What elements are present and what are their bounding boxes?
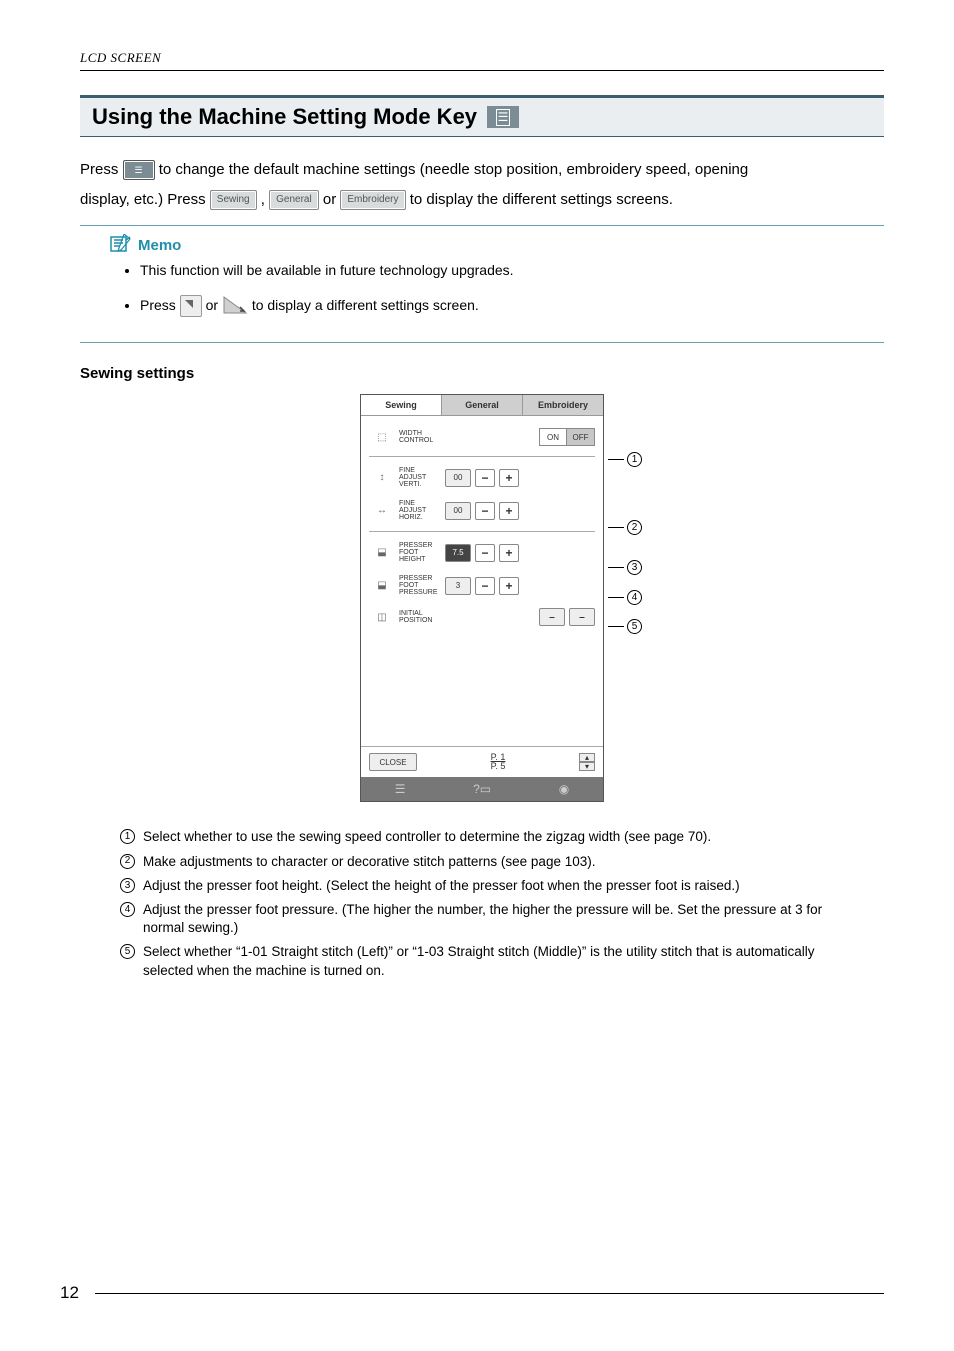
legend-num-5: 5 [120, 944, 135, 959]
lcd-row-foot-pressure: ⬓ PRESSER FOOT PRESSURE 3 − + [369, 569, 595, 602]
legend-text-1: Select whether to use the sewing speed c… [143, 828, 711, 846]
embroidery-tab-button-inline[interactable]: Embroidery [340, 190, 405, 210]
lcd-row-fine-horiz: ↔ FINE ADJUST HORIZ. 00 − + [369, 494, 595, 527]
memo-block: Memo This function will be available in … [80, 225, 884, 343]
foot-pressure-plus[interactable]: + [499, 577, 519, 595]
toolbar-help-icon[interactable]: ?▭ [473, 782, 491, 796]
callout-4: 4 [627, 590, 642, 605]
lcd-tab-sewing[interactable]: Sewing [361, 395, 442, 415]
callout-3: 3 [627, 560, 642, 575]
next-page-arrow-button[interactable] [222, 295, 248, 317]
settings-mode-icon [487, 106, 519, 128]
foot-pressure-minus[interactable]: − [475, 577, 495, 595]
fine-horiz-plus[interactable]: + [499, 502, 519, 520]
lcd-tab-embroidery[interactable]: Embroidery [523, 395, 603, 415]
lcd-footer: CLOSE P. 1P. 5 ▴ ▾ [361, 746, 603, 777]
memo-item-2: Press or to display a different settings… [140, 293, 884, 318]
width-control-label: WIDTH CONTROL [399, 430, 441, 444]
lcd-tab-general[interactable]: General [442, 395, 523, 415]
section-title: Using the Machine Setting Mode Key [92, 104, 477, 130]
initial-position-label: INITIAL POSITION [399, 610, 441, 624]
lcd-page-indicator: P. 1P. 5 [491, 753, 506, 771]
intro-or: or [323, 191, 336, 208]
initial-position-middle[interactable]: ⎯ [569, 608, 595, 626]
width-control-off[interactable]: OFF [567, 428, 595, 446]
foot-pressure-value: 3 [445, 577, 471, 595]
press-label: Press [80, 161, 118, 178]
initial-position-left[interactable]: ⎯ [539, 608, 565, 626]
legend-num-1: 1 [120, 829, 135, 844]
lcd-screenshot: Sewing General Embroidery ⬚ WIDTH CONTRO… [80, 394, 884, 802]
intro-text-2d: to display the different settings screen… [410, 191, 673, 208]
toolbar-settings-icon[interactable]: ☰ [395, 782, 406, 796]
intro-comma: , [261, 191, 265, 208]
toolbar-foot-icon[interactable]: ◉ [559, 782, 569, 796]
memo-label: Memo [138, 237, 181, 254]
fine-vert-value: 00 [445, 469, 471, 487]
memo-or: or [206, 297, 218, 313]
callout-2: 2 [627, 520, 642, 535]
lcd-row-fine-vert: ↕ FINE ADJUST VERTI. 00 − + [369, 456, 595, 494]
foot-height-value: 7.5 [445, 544, 471, 562]
legend-num-4: 4 [120, 902, 135, 917]
fine-horiz-value: 00 [445, 502, 471, 520]
foot-pressure-label: PRESSER FOOT PRESSURE [399, 575, 441, 596]
initial-position-icon: ◫ [369, 608, 395, 626]
callout-5: 5 [627, 619, 642, 634]
width-control-on[interactable]: ON [539, 428, 567, 446]
intro-paragraph: Press ☰ to change the default machine se… [80, 155, 884, 215]
fine-horiz-minus[interactable]: − [475, 502, 495, 520]
running-head: LCD SCREEN [80, 50, 884, 71]
fine-vert-label: FINE ADJUST VERTI. [399, 467, 441, 488]
memo-press-label: Press [140, 297, 176, 313]
sewing-settings-heading: Sewing settings [80, 365, 884, 382]
legend-text-2: Make adjustments to character or decorat… [143, 853, 595, 871]
memo-rest: to display a different settings screen. [252, 297, 479, 313]
foot-height-label: PRESSER FOOT HEIGHT [399, 542, 441, 563]
lcd-row-initial-position: ◫ INITIAL POSITION ⎯ ⎯ [369, 602, 595, 632]
lcd-bottom-toolbar: ☰ ?▭ ◉ [361, 777, 603, 801]
prev-page-arrow-button[interactable] [180, 295, 202, 317]
page-number: 12 [60, 1283, 79, 1303]
callout-1: 1 [627, 452, 642, 467]
legend-num-2: 2 [120, 854, 135, 869]
intro-text-1: to change the default machine settings (… [159, 161, 749, 178]
lcd-row-width-control: ⬚ WIDTH CONTROL ON OFF [369, 422, 595, 452]
fine-horiz-icon: ↔ [369, 502, 395, 520]
foot-pressure-icon: ⬓ [369, 577, 395, 595]
lcd-row-foot-height: ⬓ PRESSER FOOT HEIGHT 7.5 − + [369, 531, 595, 569]
foot-height-icon: ⬓ [369, 544, 395, 562]
foot-height-minus[interactable]: − [475, 544, 495, 562]
lcd-close-button[interactable]: CLOSE [369, 753, 417, 771]
legend-text-5: Select whether “1-01 Straight stitch (Le… [143, 943, 864, 979]
section-title-bar: Using the Machine Setting Mode Key [80, 95, 884, 137]
legend-num-3: 3 [120, 878, 135, 893]
fine-vert-icon: ↕ [369, 469, 395, 487]
legend-text-4: Adjust the presser foot pressure. (The h… [143, 901, 864, 937]
memo-item-1: This function will be available in futur… [140, 258, 884, 283]
page-footer-rule [95, 1293, 884, 1294]
fine-vert-minus[interactable]: − [475, 469, 495, 487]
width-control-icon: ⬚ [369, 428, 395, 446]
foot-height-plus[interactable]: + [499, 544, 519, 562]
sewing-tab-button-inline[interactable]: Sewing [210, 190, 257, 210]
lcd-page-down[interactable]: ▾ [579, 762, 595, 771]
general-tab-button-inline[interactable]: General [269, 190, 319, 210]
legend-text-3: Adjust the presser foot height. (Select … [143, 877, 740, 895]
fine-horiz-label: FINE ADJUST HORIZ. [399, 500, 441, 521]
fine-vert-plus[interactable]: + [499, 469, 519, 487]
memo-icon [108, 234, 132, 256]
intro-text-2a: display, etc.) Press [80, 191, 206, 208]
lcd-tabs: Sewing General Embroidery [361, 395, 603, 416]
settings-mode-button-inline[interactable]: ☰ [123, 160, 155, 180]
callout-legend: 1 Select whether to use the sewing speed … [120, 828, 864, 980]
